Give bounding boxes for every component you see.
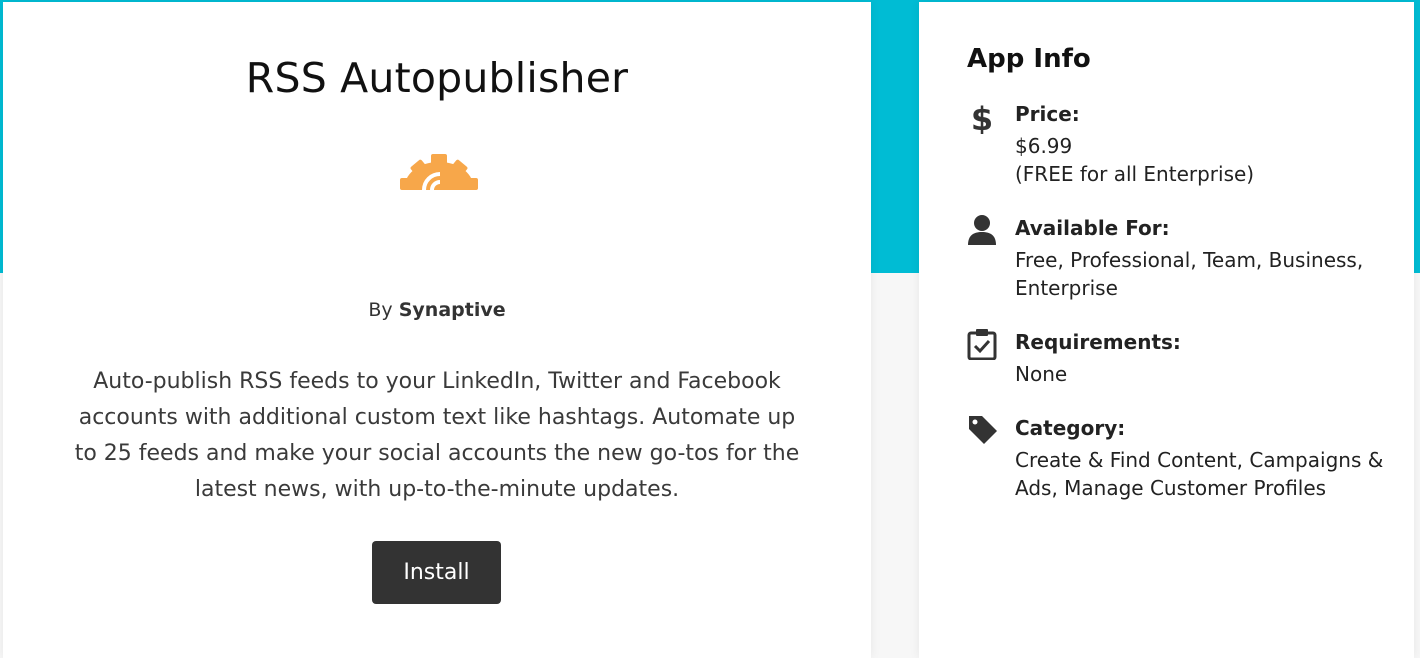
app-title: RSS Autopublisher [245,54,629,102]
app-detail-card: RSS Autopublisher By Synaptive Auto-publ… [3,2,871,658]
svg-text:$: $ [971,100,993,134]
category-label: Category: [1015,416,1126,440]
app-info-panel: App Info $ Price: $6.99 (FREE for all En… [919,2,1414,658]
category-value: Create & Find Content, Campaigns & Ads, … [1015,448,1384,500]
vendor-name: Synaptive [398,299,506,321]
app-byline: By Synaptive [3,299,871,321]
byline-prefix: By [368,299,393,321]
requirements-value: None [1015,362,1068,386]
price-value: $6.99 [1015,134,1073,158]
rss-gear-logo-icon [398,154,480,194]
install-button[interactable]: Install [372,541,501,604]
app-info-title: App Info [967,44,1091,74]
clipboard-check-icon [967,328,997,361]
app-description: Auto-publish RSS feeds to your LinkedIn,… [74,369,800,502]
available-for-label: Available For: [1015,216,1170,240]
app-logo [398,152,480,194]
requirements-label: Requirements: [1015,330,1181,354]
user-icon [967,214,997,246]
dollar-icon: $ [967,100,997,138]
available-for-value: Free, Professional, Team, Business, Ente… [1015,248,1364,300]
tag-icon [967,414,997,446]
price-note: (FREE for all Enterprise) [1015,162,1255,186]
price-label: Price: [1015,102,1080,126]
